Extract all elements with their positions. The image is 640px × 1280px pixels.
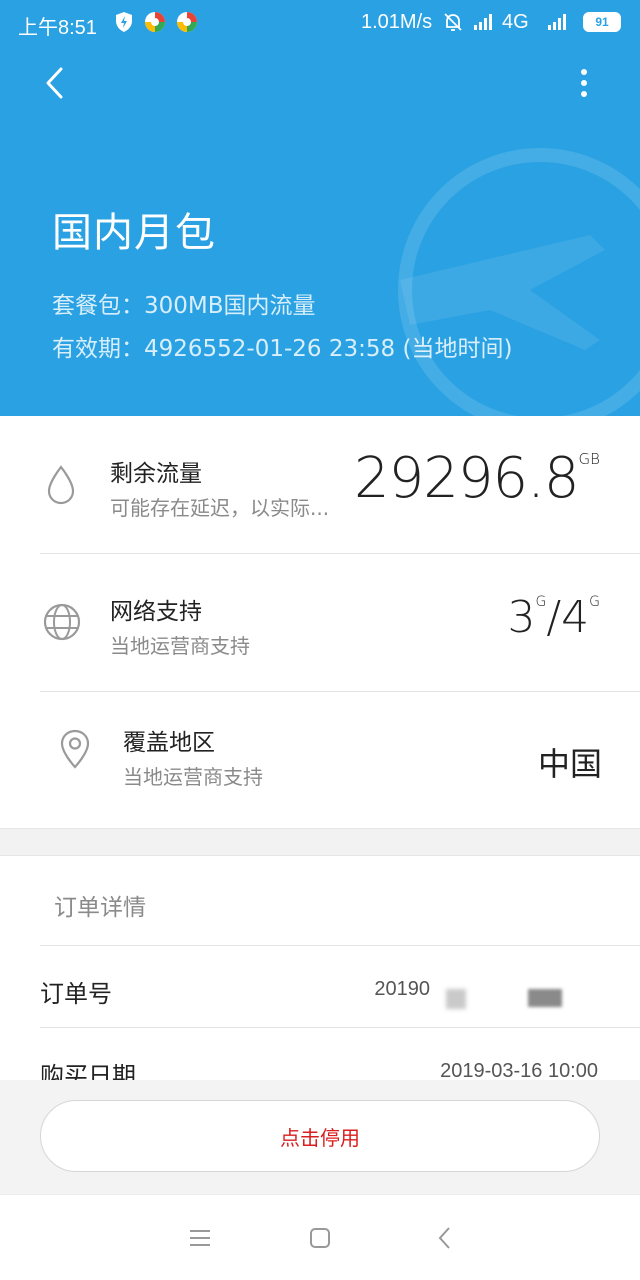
- more-options-button[interactable]: [564, 60, 604, 106]
- signal-icon-2: [548, 14, 566, 30]
- menu-button[interactable]: [180, 1221, 220, 1255]
- order-details-card: 订单详情 订单号 20190 购买日期 2019-03-16 10:00: [0, 856, 640, 1080]
- menu-icon: [190, 1230, 210, 1246]
- coverage-value: 中国: [537, 745, 602, 783]
- redacted-mark-2: [528, 989, 562, 1007]
- water-drop-icon: [47, 465, 75, 505]
- remaining-data-row: 剩余流量 可能存在延迟，以实际... 29296.8GB: [0, 416, 640, 554]
- network-type: 4G: [502, 11, 529, 33]
- header-banner: 上午8:51 1.01M/s 4G 91 国内月包 套餐包：300MB国内流量 …: [0, 0, 640, 416]
- order-number-label: 订单号: [40, 980, 112, 1008]
- coverage-label: 覆盖地区: [123, 730, 215, 756]
- shield-icon: [116, 12, 132, 32]
- mute-bell-icon: [444, 13, 462, 31]
- app-notification-icon: [145, 12, 165, 32]
- row-divider: [40, 1027, 640, 1028]
- network-support-value: 3G/4G: [507, 592, 600, 643]
- coverage-row: 覆盖地区 当地运营商支持 中国: [0, 692, 640, 828]
- network-support-desc: 当地运营商支持: [110, 634, 250, 658]
- status-bar: 上午8:51 1.01M/s 4G 91: [0, 0, 640, 48]
- remaining-data-desc: 可能存在延迟，以实际...: [110, 496, 330, 520]
- more-vertical-icon: [581, 69, 587, 97]
- network-gen-2-sup: G: [589, 594, 600, 610]
- app-notification-icon-2: [177, 12, 197, 32]
- package-description: 套餐包：300MB国内流量: [52, 293, 316, 319]
- status-time: 上午8:51: [18, 17, 97, 39]
- battery-icon: 91: [583, 12, 621, 32]
- order-section-title: 订单详情: [54, 895, 146, 921]
- stop-package-button[interactable]: 点击停用: [40, 1100, 600, 1172]
- remaining-data-label: 剩余流量: [110, 461, 202, 487]
- location-pin-icon: [60, 729, 90, 769]
- signal-icon: [474, 14, 492, 30]
- network-separator: /: [546, 592, 562, 643]
- network-support-row: 网络支持 当地运营商支持 3G/4G: [0, 554, 640, 692]
- remaining-data-unit: GB: [578, 450, 600, 468]
- network-gen-1: 3: [507, 592, 536, 643]
- remaining-data-value: 29296.8GB: [354, 446, 600, 511]
- chevron-left-icon: [46, 67, 63, 99]
- nav-back-icon: [438, 1227, 450, 1249]
- nav-back-button[interactable]: [424, 1221, 464, 1255]
- globe-icon: [43, 603, 81, 641]
- purchase-date-label: 购买日期: [40, 1062, 136, 1080]
- home-square-icon: [310, 1228, 330, 1248]
- home-button[interactable]: [300, 1221, 340, 1255]
- validity-period: 有效期：4926552-01-26 23:58 (当地时间): [52, 336, 513, 362]
- network-gen-1-sup: G: [535, 594, 547, 610]
- purchase-date-value: 2019-03-16 10:00: [440, 1060, 598, 1080]
- package-info-card: 剩余流量 可能存在延迟，以实际... 29296.8GB 网络支持 当地运营商支…: [0, 416, 640, 828]
- network-speed: 1.01M/s: [361, 11, 433, 33]
- page-title: 国内月包: [52, 210, 216, 256]
- section-gap: [0, 828, 640, 856]
- row-divider: [40, 945, 640, 946]
- coverage-desc: 当地运营商支持: [123, 765, 263, 789]
- order-number-value: 20190: [374, 978, 430, 1000]
- remaining-data-number: 29296.8: [353, 446, 580, 511]
- system-navbar: [0, 1194, 640, 1280]
- network-gen-2: 4: [561, 592, 590, 643]
- bottom-action-bar: 点击停用: [0, 1080, 640, 1194]
- airplane-watermark-icon: [398, 148, 640, 416]
- back-button[interactable]: [30, 60, 80, 106]
- redacted-mark: [446, 989, 466, 1009]
- battery-level: 91: [595, 15, 609, 29]
- network-support-label: 网络支持: [110, 599, 202, 625]
